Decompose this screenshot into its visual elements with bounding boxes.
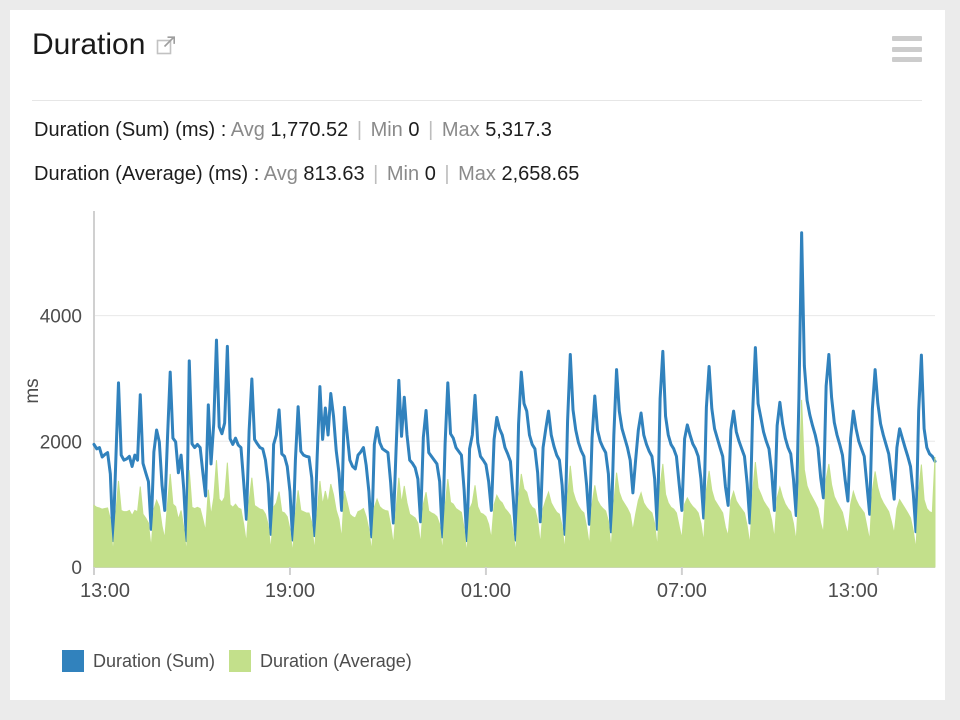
hamburger-menu-icon[interactable] [892,36,922,62]
stat-avg-min-value: 0 [425,163,436,185]
stat-avg-sep-2: | [441,163,452,185]
legend-item-duration-average[interactable]: Duration (Average) [229,650,412,672]
card-header: Duration [32,28,922,96]
stat-avg-avg-key: Avg [264,163,298,185]
stat-sum-name: Duration (Sum) (ms) [34,119,215,141]
chart-legend: Duration (Sum) Duration (Average) [62,650,412,672]
chart-x-tick-labels: 13:00 19:00 01:00 07:00 13:00 [80,580,878,602]
svg-text:01:00: 01:00 [461,580,511,602]
external-link-icon[interactable] [155,34,177,56]
stat-sum-avg-value: 1,770.52 [270,119,348,141]
svg-text:0: 0 [71,558,82,579]
title-group: Duration [32,28,177,62]
svg-text:19:00: 19:00 [265,580,315,602]
stat-avg-max-key: Max [458,163,496,185]
svg-text:13:00: 13:00 [828,580,878,602]
header-divider [32,100,922,101]
menu-bar-2 [892,47,922,52]
svg-text:13:00: 13:00 [80,580,130,602]
stat-sum-min-key: Min [371,119,403,141]
stat-avg-max-value: 2,658.65 [502,163,580,185]
stat-sum-colon: : [215,119,231,141]
stat-sum-max-key: Max [442,119,480,141]
legend-swatch-duration-sum [62,650,84,672]
stat-line-sum: Duration (Sum) (ms) : Avg 1,770.52 | Min… [34,118,552,142]
stat-avg-min-key: Min [387,163,419,185]
chart-y-tick-labels: 0 2000 4000 [40,307,82,579]
svg-text:ms: ms [22,378,43,403]
stat-sum-avg-key: Avg [231,119,265,141]
chart-y-axis-title: ms [22,378,43,403]
legend-label-duration-sum: Duration (Sum) [93,651,215,672]
stat-line-average: Duration (Average) (ms) : Avg 813.63 | M… [34,162,579,186]
chart-card: Duration Duration (Sum) (ms) : Avg 1,770… [10,10,945,700]
svg-text:2000: 2000 [40,432,82,453]
legend-label-duration-average: Duration (Average) [260,651,412,672]
stat-avg-name: Duration (Average) (ms) [34,163,248,185]
stat-avg-avg-value: 813.63 [303,163,364,185]
page-title: Duration [32,28,145,62]
stat-sum-sep-1: | [354,119,365,141]
duration-timeseries-chart[interactable]: 0 2000 4000 13:00 19:00 01:00 07:00 13:00 ms [10,206,945,606]
svg-text:07:00: 07:00 [657,580,707,602]
svg-text:4000: 4000 [40,307,82,328]
stat-avg-sep-1: | [370,163,381,185]
legend-swatch-duration-average [229,650,251,672]
stat-sum-min-value: 0 [408,119,419,141]
menu-bar-3 [892,57,922,62]
legend-item-duration-sum[interactable]: Duration (Sum) [62,650,215,672]
chart-x-tick-marks [94,567,878,575]
stat-sum-max-value: 5,317.3 [485,119,552,141]
stat-avg-colon: : [248,163,264,185]
menu-bar-1 [892,36,922,41]
stat-sum-sep-2: | [425,119,436,141]
